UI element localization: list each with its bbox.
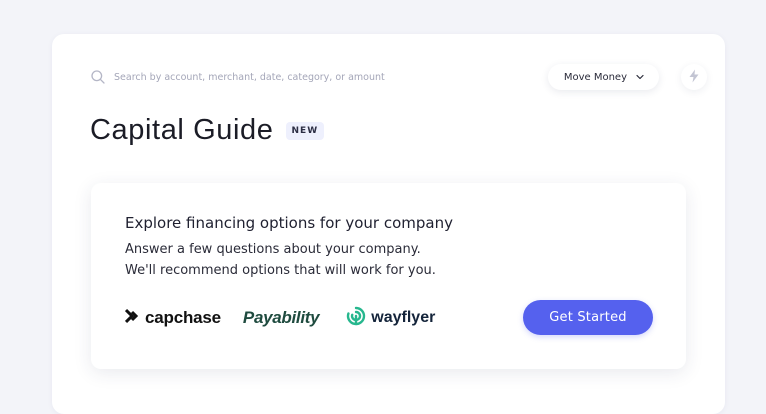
search-icon <box>90 69 106 85</box>
payability-logo: Payability <box>242 308 320 328</box>
move-money-label: Move Money <box>563 71 627 83</box>
promo-body-line: Answer a few questions about your compan… <box>125 242 421 257</box>
top-bar: Move Money <box>90 64 707 90</box>
capchase-mark-icon <box>124 308 145 328</box>
capchase-wordmark: capchase <box>145 308 221 327</box>
chevron-down-icon <box>635 72 645 82</box>
wayflyer-logo: wayflyer <box>345 305 435 331</box>
wayflyer-mark-icon <box>345 305 371 331</box>
partner-logos: capchase Payability wayflyer <box>124 303 455 333</box>
move-money-button[interactable]: Move Money <box>547 64 659 90</box>
quick-actions-button[interactable] <box>681 64 707 90</box>
promo-heading: Explore financing options for your compa… <box>125 214 453 232</box>
capital-promo-card: Explore financing options for your compa… <box>91 183 686 369</box>
wayflyer-wordmark: wayflyer <box>371 309 436 326</box>
page-title: Capital Guide <box>90 114 274 146</box>
lightning-icon <box>688 68 700 87</box>
promo-body-line: We'll recommend options that will work f… <box>125 263 436 278</box>
promo-description: Answer a few questions about your compan… <box>125 239 436 281</box>
search-bar[interactable] <box>90 64 548 90</box>
capchase-logo: capchase <box>124 308 221 328</box>
search-input[interactable] <box>114 71 414 83</box>
get-started-button[interactable]: Get Started <box>523 300 653 335</box>
new-badge: NEW <box>285 121 325 140</box>
payability-wordmark: Payability <box>242 308 320 327</box>
title-row: Capital Guide NEW <box>90 114 325 147</box>
